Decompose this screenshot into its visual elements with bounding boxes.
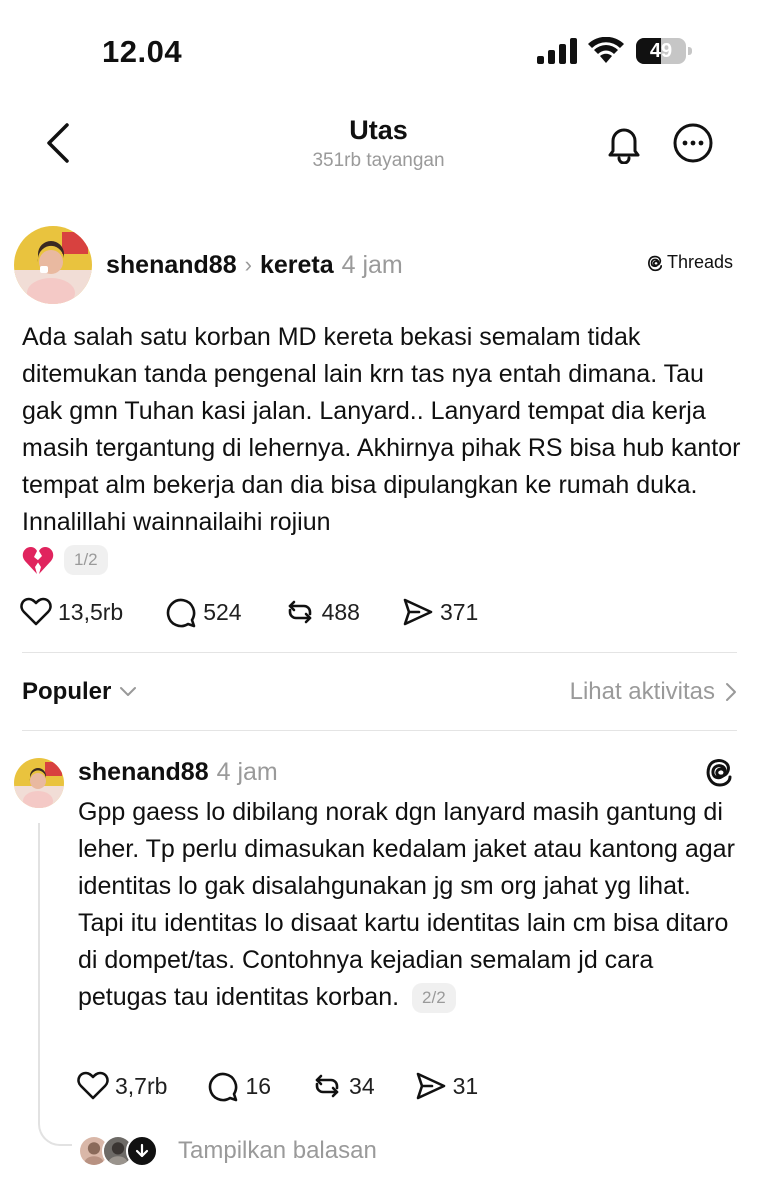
battery-level-text: 49 — [649, 40, 673, 62]
post-actions: 3,7rb 16 34 31 — [77, 1070, 518, 1102]
threads-logo-icon — [648, 255, 663, 271]
comment-button[interactable]: 16 — [207, 1070, 271, 1102]
share-count: 371 — [439, 598, 479, 625]
comment-count: 524 — [203, 598, 242, 625]
chevron-down-icon — [120, 687, 137, 696]
share-count: 31 — [452, 1072, 479, 1099]
more-icon[interactable] — [672, 122, 714, 164]
arrow-down-icon — [126, 1135, 158, 1167]
status-time: 12.04 — [102, 34, 183, 69]
like-button[interactable]: 3,7rb — [77, 1071, 167, 1101]
repost-button[interactable]: 34 — [311, 1070, 375, 1102]
status-bar: 12.04 49 — [0, 0, 757, 100]
page-indicator: 1/2 — [64, 545, 108, 576]
post-meta: shenand88 4 jam — [78, 756, 278, 788]
username[interactable]: shenand88 — [78, 758, 209, 787]
like-count: 13,5rb — [58, 598, 124, 625]
cellular-signal-icon — [537, 38, 577, 64]
avatar[interactable] — [14, 226, 92, 304]
bell-icon[interactable] — [603, 122, 645, 164]
divider — [22, 730, 737, 731]
broken-heart-emoji — [22, 547, 54, 575]
post-time: 4 jam — [341, 250, 403, 279]
comment-button[interactable]: 524 — [165, 596, 242, 628]
activity-label: Lihat aktivitas — [569, 678, 715, 705]
post-text: Ada salah satu korban MD kereta bekasi s… — [22, 323, 741, 536]
post-body: Ada salah satu korban MD kereta bekasi s… — [22, 319, 742, 578]
post-time: 4 jam — [216, 757, 278, 786]
post-body: Gpp gaess lo dibilang norak dgn lanyard … — [78, 794, 743, 1016]
thread-line-curve — [38, 1110, 72, 1146]
thread-line — [38, 823, 40, 1121]
threads-label: Threads — [667, 252, 734, 272]
page-indicator: 2/2 — [412, 983, 456, 1014]
repost-count: 34 — [349, 1072, 375, 1099]
show-replies-button[interactable]: Tampilkan balasan — [78, 1135, 377, 1167]
threads-badge[interactable]: Threads — [646, 252, 733, 273]
sort-label: Populer — [22, 678, 112, 705]
threads-logo-icon[interactable] — [703, 756, 735, 788]
like-count: 3,7rb — [115, 1072, 168, 1099]
post-meta: shenand88 › kereta 4 jam — [106, 248, 403, 282]
heart-icon — [20, 597, 52, 626]
topic-tag[interactable]: kereta — [260, 251, 334, 280]
wifi-icon — [588, 37, 624, 63]
view-activity-link[interactable]: Lihat aktivitas — [570, 678, 737, 706]
chevron-right-icon — [726, 683, 736, 701]
repost-button[interactable]: 488 — [284, 596, 360, 628]
post-text: Gpp gaess lo dibilang norak dgn lanyard … — [78, 798, 735, 1011]
heart-icon — [77, 1071, 109, 1100]
username[interactable]: shenand88 — [106, 251, 237, 280]
share-button[interactable]: 371 — [402, 596, 478, 628]
repost-icon — [315, 1074, 339, 1098]
comment-icon — [167, 598, 196, 628]
like-button[interactable]: 13,5rb — [20, 597, 123, 627]
chevron-right-icon: › — [244, 252, 252, 277]
post-actions: 13,5rb 524 488 371 — [20, 596, 520, 628]
comment-icon — [209, 1072, 238, 1102]
repost-icon — [288, 600, 311, 624]
sort-dropdown[interactable]: Populer — [22, 678, 137, 706]
send-icon — [403, 598, 433, 626]
battery-indicator: 49 — [636, 38, 692, 64]
share-button[interactable]: 31 — [415, 1070, 479, 1102]
divider — [22, 652, 737, 653]
send-icon — [416, 1072, 445, 1100]
avatar[interactable] — [14, 758, 64, 808]
repost-count: 488 — [321, 598, 360, 625]
comment-count: 16 — [245, 1072, 272, 1099]
show-replies-label: Tampilkan balasan — [178, 1137, 377, 1164]
